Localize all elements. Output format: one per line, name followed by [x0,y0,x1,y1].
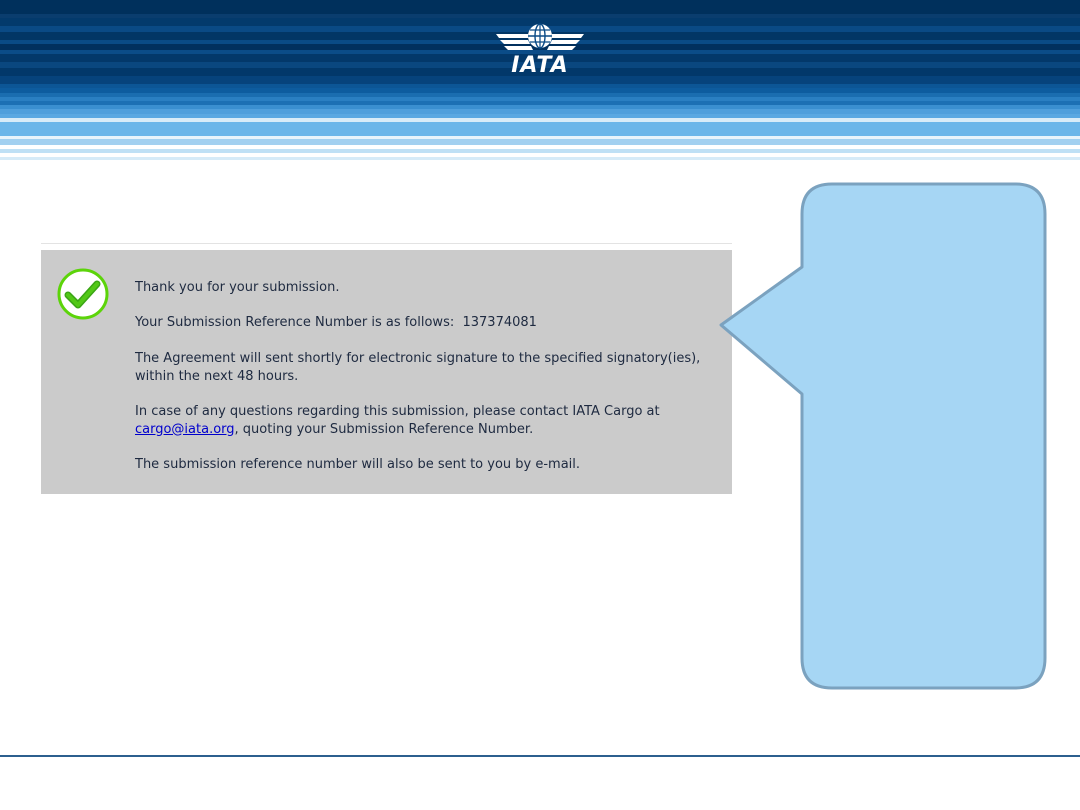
agreement-line-2: within the next 48 hours. [135,368,299,384]
logo-text: IATA [511,53,569,78]
callout-bubble [718,182,1048,692]
agreement-line-1: The Agreement will sent shortly for elec… [135,351,701,366]
contact-line-1: In case of any questions regarding this … [135,404,660,419]
agreement-text: The Agreement will sent shortly for elec… [135,350,725,385]
header-banner: IATA [0,0,1080,162]
email-notice-text: The submission reference number will als… [135,457,581,472]
check-icon [56,268,110,322]
footer-divider [0,755,1080,757]
contact-email-link[interactable]: cargo@iata.org [135,422,235,437]
contact-line-2: , quoting your Submission Reference Numb… [234,421,534,437]
reference-label: Your Submission Reference Number is as f… [135,315,455,330]
thank-you-text: Thank you for your submission. [135,280,340,295]
globe-wings-icon [496,23,584,50]
iata-logo: IATA [490,20,590,80]
reference-line: Your Submission Reference Number is as f… [135,314,725,332]
reference-number: 137374081 [462,315,537,330]
contact-text: In case of any questions regarding this … [135,403,725,438]
